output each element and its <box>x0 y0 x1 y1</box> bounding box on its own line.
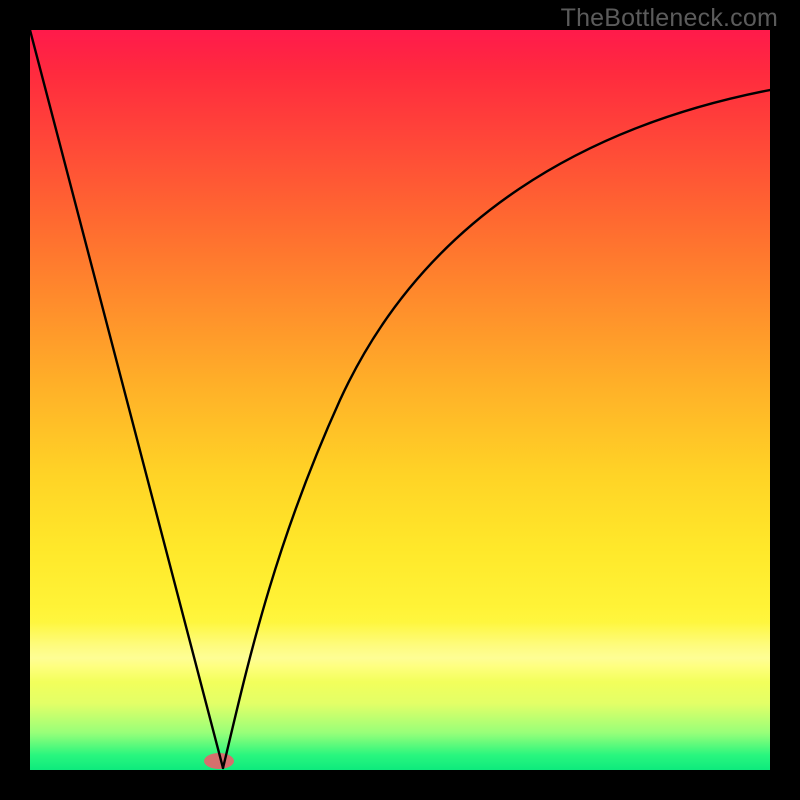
curve-layer <box>30 30 770 770</box>
curve-right-branch <box>223 90 770 768</box>
watermark-text: TheBottleneck.com <box>561 4 778 33</box>
curve-left-branch <box>30 30 223 768</box>
chart-root: TheBottleneck.com <box>0 0 800 800</box>
plot-area <box>30 30 770 770</box>
